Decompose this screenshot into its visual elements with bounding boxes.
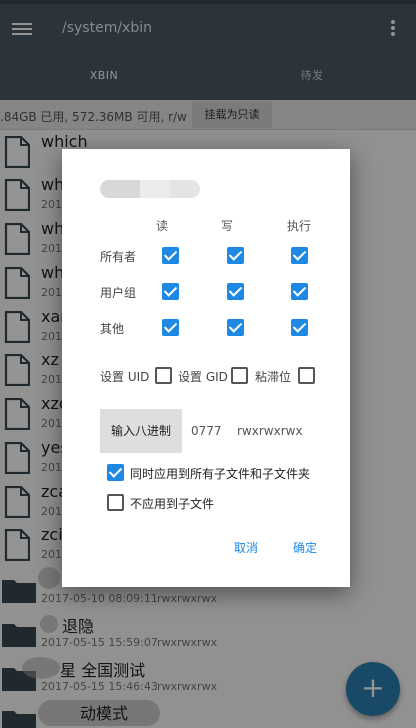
column-read: 读 [155, 219, 168, 233]
permission-string: rwxrwxrwx [237, 424, 303, 438]
group-execute-checkbox[interactable] [291, 283, 308, 300]
owner-read-checkbox[interactable] [162, 247, 179, 264]
set-uid-checkbox[interactable] [155, 367, 172, 384]
no-apply-files-checkbox[interactable] [107, 494, 124, 511]
group-write-checkbox[interactable] [227, 283, 244, 300]
enter-octal-button[interactable]: 输入八进制 [100, 409, 182, 453]
set-gid-label: 设置 GID [178, 370, 228, 384]
others-read-checkbox[interactable] [162, 319, 179, 336]
row-group: 用户组 [100, 286, 137, 300]
row-owner: 所有者 [100, 250, 137, 264]
permissions-dialog: 读 写 执行 所有者 用户组 其他 设置 UID 设置 GID 粘滞位 输入八进… [62, 149, 350, 587]
set-gid-checkbox[interactable] [231, 367, 248, 384]
apply-recursive-label[interactable]: 同时应用到所有子文件和子文件夹 [130, 465, 310, 482]
owner-write-checkbox[interactable] [227, 247, 244, 264]
owner-execute-checkbox[interactable] [291, 247, 308, 264]
no-apply-files-label[interactable]: 不应用到子文件 [130, 495, 214, 512]
ok-button[interactable]: 确定 [293, 539, 317, 556]
column-write: 写 [220, 219, 233, 233]
row-others: 其他 [100, 322, 125, 336]
sticky-bit-checkbox[interactable] [298, 367, 315, 384]
sticky-bit-label: 粘滞位 [255, 370, 292, 384]
others-execute-checkbox[interactable] [291, 319, 308, 336]
octal-value: 0777 [191, 424, 222, 438]
dialog-title-redacted [100, 180, 200, 198]
group-read-checkbox[interactable] [162, 283, 179, 300]
cancel-button[interactable]: 取消 [234, 539, 258, 556]
column-execute: 执行 [286, 219, 311, 233]
set-uid-label: 设置 UID [100, 370, 150, 384]
others-write-checkbox[interactable] [227, 319, 244, 336]
apply-recursive-checkbox[interactable] [107, 464, 124, 481]
